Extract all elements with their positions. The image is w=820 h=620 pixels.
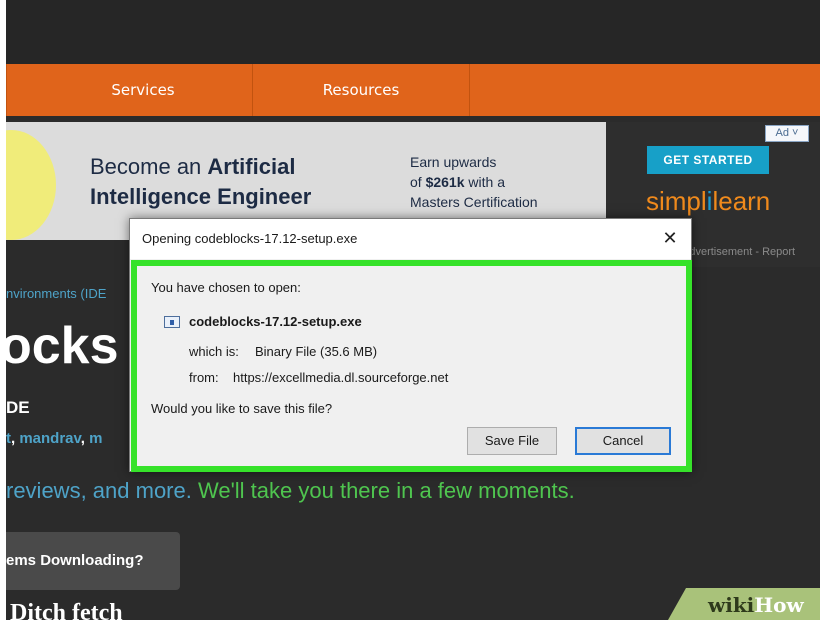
dialog-titlebar[interactable]: Opening codeblocks-17.12-setup.exe ✕ — [130, 219, 691, 259]
from-value: https://excellmedia.dl.sourceforge.net — [233, 370, 449, 385]
ad-earn-text: Earn upwards of $261k with a Masters Cer… — [410, 152, 600, 212]
problems-downloading-button[interactable]: ems Downloading? — [6, 532, 180, 590]
watermark-part: How — [754, 593, 804, 617]
ad-get-started-button[interactable]: GET STARTED — [647, 146, 769, 174]
nav-item-resources[interactable]: Resources — [253, 64, 469, 116]
which-is-value: Binary File (35.6 MB) — [255, 344, 378, 359]
logo-part: learn — [712, 186, 771, 216]
ad-earn-line: of $261k with a — [410, 172, 600, 192]
file-name: codeblocks-17.12-setup.exe — [189, 314, 362, 329]
save-file-button[interactable]: Save File — [467, 427, 557, 455]
from-label: from: — [189, 370, 219, 385]
which-is-label: which is: — [189, 344, 239, 359]
ad-choices-badge[interactable]: Ad ˅ — [765, 125, 809, 142]
ad-earn-suffix: with a — [464, 174, 505, 190]
ad-decorative-shape — [6, 130, 56, 240]
ad-report-link[interactable]: Advertisement - Report — [682, 246, 795, 258]
browser-page: Services Resources Become an Artificial … — [6, 0, 820, 620]
nav-item-services[interactable]: Services — [36, 64, 250, 116]
dialog-body-highlight: You have chosen to open: codeblocks-17.1… — [131, 260, 692, 472]
nav-divider — [469, 64, 470, 116]
chosen-label: You have chosen to open: — [151, 280, 301, 295]
breadcrumb[interactable]: nvironments (IDE — [6, 286, 106, 301]
wikihow-watermark: wikiHow — [668, 588, 820, 620]
cancel-button[interactable]: Cancel — [575, 427, 671, 455]
dialog-title: Opening codeblocks-17.12-setup.exe — [142, 231, 358, 246]
ad-headline-text: Become an — [90, 154, 208, 179]
page-title: ocks — [6, 317, 119, 375]
close-icon[interactable]: ✕ — [656, 225, 684, 253]
save-question: Would you like to save this file? — [151, 401, 333, 416]
ad-earn-amount: $261k — [425, 174, 465, 190]
logo-part: simpl — [646, 186, 707, 216]
separator: , — [80, 430, 90, 447]
section-heading: Ditch fetch — [10, 600, 123, 620]
redirect-message-highlight: We'll take you there in a few moments. — [197, 478, 575, 503]
nav-divider — [6, 64, 7, 116]
ad-earn-line: Earn upwards — [410, 154, 497, 170]
file-type-icon — [164, 316, 180, 328]
ad-headline: Become an Artificial Intelligence Engine… — [90, 152, 350, 212]
watermark-part: wiki — [708, 593, 755, 617]
author-link[interactable]: m — [89, 430, 102, 447]
ad-earn-prefix: of — [410, 174, 426, 190]
author-link[interactable]: mandrav — [19, 430, 80, 447]
top-header-bar — [6, 0, 820, 64]
simplilearn-logo[interactable]: simplilearn — [646, 186, 770, 217]
download-dialog: Opening codeblocks-17.12-setup.exe ✕ You… — [129, 218, 692, 472]
redirect-message: reviews, and more. We'll take you there … — [6, 478, 575, 504]
redirect-message-part: reviews, and more. — [6, 478, 192, 503]
ad-earn-line: Masters Certification — [410, 194, 538, 210]
main-nav: Services Resources — [6, 64, 820, 116]
author-links: t, mandrav, m — [6, 430, 102, 447]
page-subtitle: DE — [6, 398, 30, 417]
